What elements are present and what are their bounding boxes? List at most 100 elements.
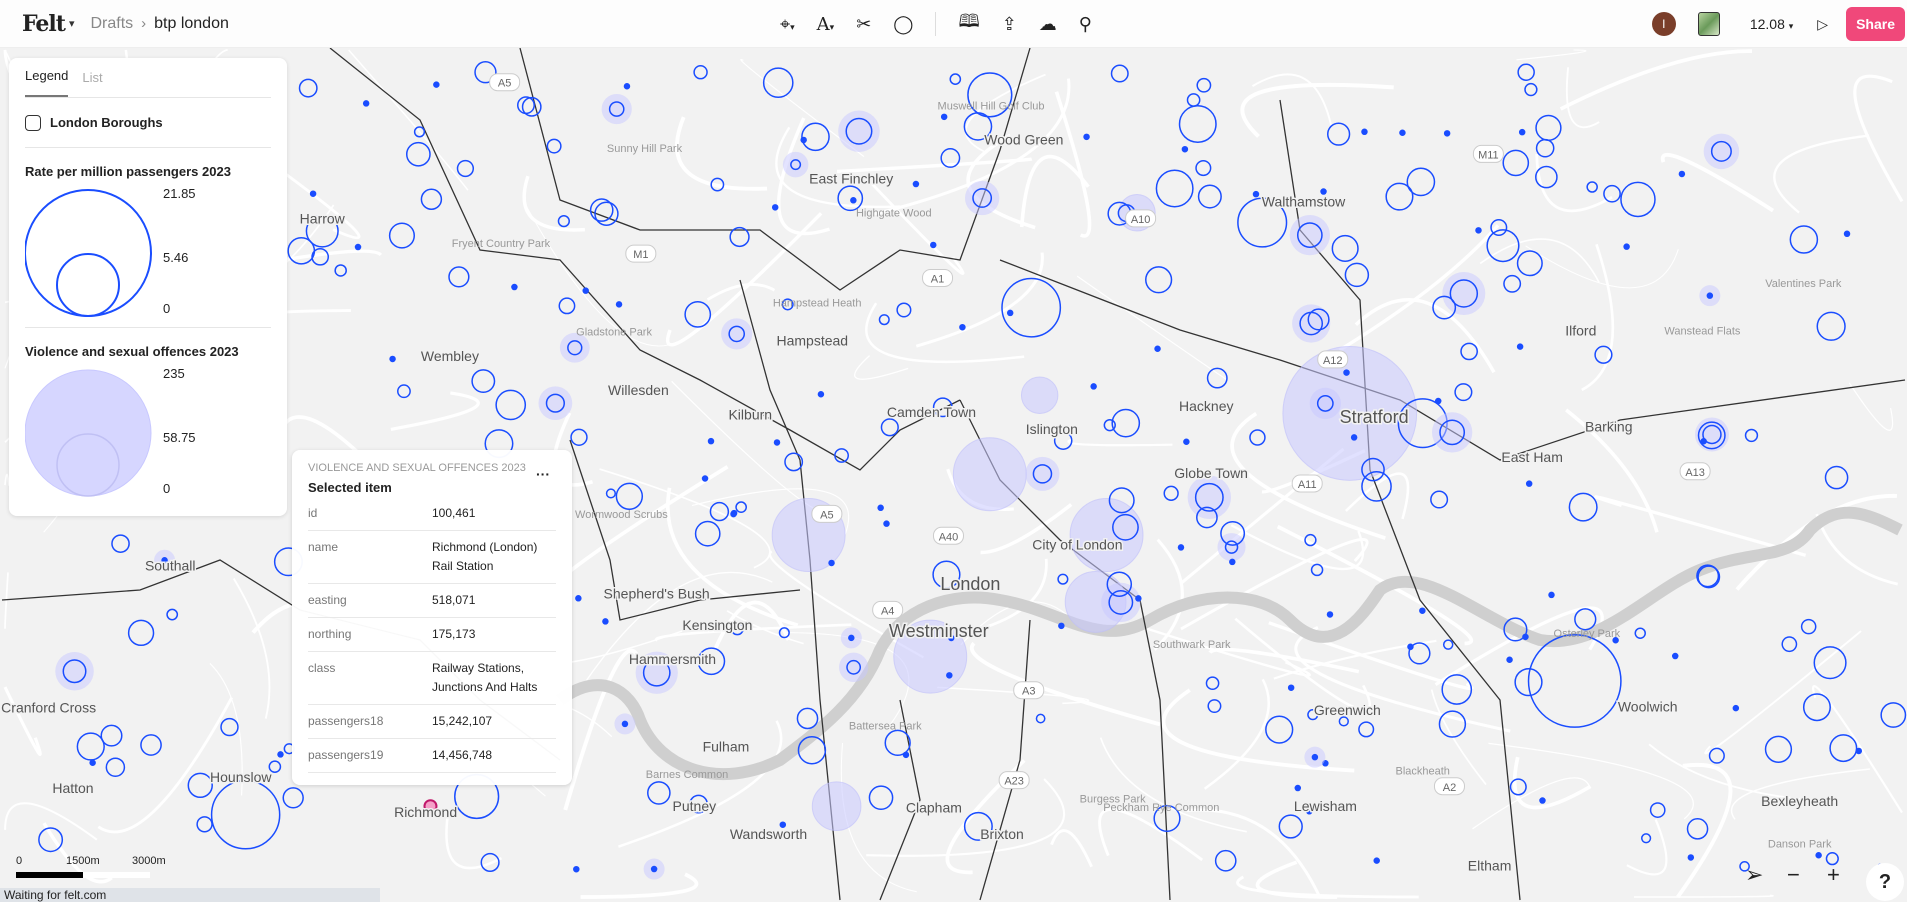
zoom-out-button[interactable]: − (1787, 862, 1800, 888)
station-circle[interactable] (850, 197, 857, 204)
station-circle[interactable] (1407, 643, 1414, 651)
station-circle[interactable] (701, 475, 709, 482)
station-circle[interactable] (1518, 128, 1526, 136)
station-circle[interactable] (389, 355, 396, 363)
search-icon[interactable]: ⚲ (1079, 14, 1092, 35)
breadcrumb-drafts[interactable]: Drafts (90, 15, 133, 33)
comment-icon[interactable]: ◯ (893, 14, 913, 35)
station-circle[interactable] (615, 301, 623, 308)
offence-circle[interactable] (1292, 304, 1331, 343)
station-circle[interactable] (1700, 437, 1707, 445)
offence-circle[interactable] (838, 652, 869, 682)
offence-circle[interactable] (1309, 387, 1341, 420)
station-circle[interactable] (1006, 309, 1014, 317)
station-circle[interactable] (602, 618, 609, 625)
station-circle[interactable] (1732, 704, 1740, 712)
tab-legend[interactable]: Legend (25, 68, 69, 97)
station-circle[interactable] (511, 283, 518, 291)
station-circle[interactable] (730, 510, 737, 518)
help-button[interactable]: ? (1866, 863, 1904, 901)
offence-circle[interactable] (838, 110, 880, 152)
offence-circle[interactable] (1431, 412, 1473, 453)
station-circle[interactable] (362, 100, 370, 107)
station-circle[interactable] (582, 287, 589, 294)
chevron-down-icon[interactable]: ▾ (69, 17, 75, 30)
station-circle[interactable] (1343, 369, 1350, 376)
station-circle[interactable] (1183, 438, 1190, 446)
station-circle[interactable] (1294, 784, 1302, 792)
station-circle[interactable] (277, 751, 284, 758)
station-circle[interactable] (1419, 607, 1426, 614)
tab-list[interactable]: List (82, 70, 102, 97)
offence-circle[interactable] (964, 180, 1000, 216)
station-circle[interactable] (707, 437, 715, 445)
station-circle[interactable] (1069, 498, 1144, 573)
zoom-level[interactable]: 12.08 ▾ (1750, 16, 1793, 32)
station-circle[interactable] (1252, 190, 1260, 198)
station-circle[interactable] (883, 520, 890, 527)
offence-circle[interactable] (601, 93, 632, 125)
station-circle[interactable] (309, 190, 317, 197)
station-circle[interactable] (1287, 684, 1295, 691)
station-circle[interactable] (1181, 145, 1189, 153)
station-circle[interactable] (930, 241, 937, 249)
share-button[interactable]: Share (1846, 7, 1905, 41)
station-circle[interactable] (1706, 292, 1714, 299)
station-circle[interactable] (573, 865, 580, 873)
station-circle[interactable] (1326, 611, 1334, 618)
station-circle[interactable] (1177, 544, 1185, 551)
cloud-icon[interactable]: ☁ (1039, 14, 1057, 35)
station-circle[interactable] (771, 204, 779, 211)
station-circle[interactable] (1623, 243, 1630, 250)
station-circle[interactable] (1525, 480, 1533, 487)
map-title[interactable]: btp london (154, 15, 229, 33)
station-circle[interactable] (1399, 129, 1406, 137)
offence-circle[interactable] (1187, 475, 1232, 520)
station-circle[interactable] (1311, 753, 1319, 761)
present-icon[interactable]: ▷ (1817, 16, 1828, 33)
station-circle[interactable] (848, 634, 855, 642)
library-icon[interactable]: 🕮 (958, 9, 979, 39)
station-circle[interactable] (959, 323, 966, 331)
offence-circle[interactable] (1442, 271, 1486, 315)
station-circle[interactable] (1020, 376, 1059, 414)
scissors-icon[interactable]: ✂ (856, 14, 871, 35)
station-circle[interactable] (1090, 383, 1097, 390)
station-circle[interactable] (817, 391, 825, 398)
more-options-icon[interactable]: ··· (536, 466, 550, 482)
station-circle[interactable] (828, 559, 835, 567)
offence-circle[interactable] (1025, 456, 1060, 491)
station-circle[interactable] (1434, 397, 1442, 405)
offence-circle[interactable] (55, 652, 94, 691)
station-circle[interactable] (1135, 595, 1142, 602)
layer-toggle-london-boroughs[interactable]: London Boroughs (25, 98, 271, 148)
station-circle[interactable] (1516, 343, 1524, 350)
station-circle[interactable] (1361, 128, 1368, 136)
station-circle[interactable] (946, 672, 953, 679)
station-circle[interactable] (1373, 857, 1380, 864)
station-circle[interactable] (1855, 747, 1863, 755)
basemap-thumbnail[interactable] (1697, 12, 1720, 36)
offence-circle[interactable] (721, 318, 753, 350)
offence-circle[interactable] (782, 151, 809, 178)
station-circle[interactable] (1058, 622, 1065, 630)
station-circle[interactable] (1687, 854, 1695, 861)
station-circle[interactable] (952, 437, 1027, 512)
pin-icon[interactable]: ⌖▾ (780, 14, 795, 35)
station-circle[interactable] (811, 781, 862, 832)
offence-circle[interactable] (1703, 133, 1740, 170)
station-circle[interactable] (940, 113, 948, 121)
station-circle[interactable] (1083, 133, 1090, 141)
station-circle[interactable] (1229, 558, 1236, 566)
station-circle[interactable] (1678, 170, 1686, 178)
avatar[interactable]: I (1651, 12, 1676, 36)
station-circle[interactable] (912, 180, 920, 188)
station-circle[interactable] (623, 82, 631, 90)
felt-logo[interactable]: Felt (22, 11, 66, 37)
offence-circle[interactable] (1101, 582, 1141, 623)
station-circle[interactable] (1539, 797, 1546, 804)
offence-circle[interactable] (538, 386, 573, 421)
station-circle[interactable] (800, 136, 807, 144)
station-circle[interactable] (1815, 852, 1822, 859)
station-circle[interactable] (433, 81, 440, 88)
